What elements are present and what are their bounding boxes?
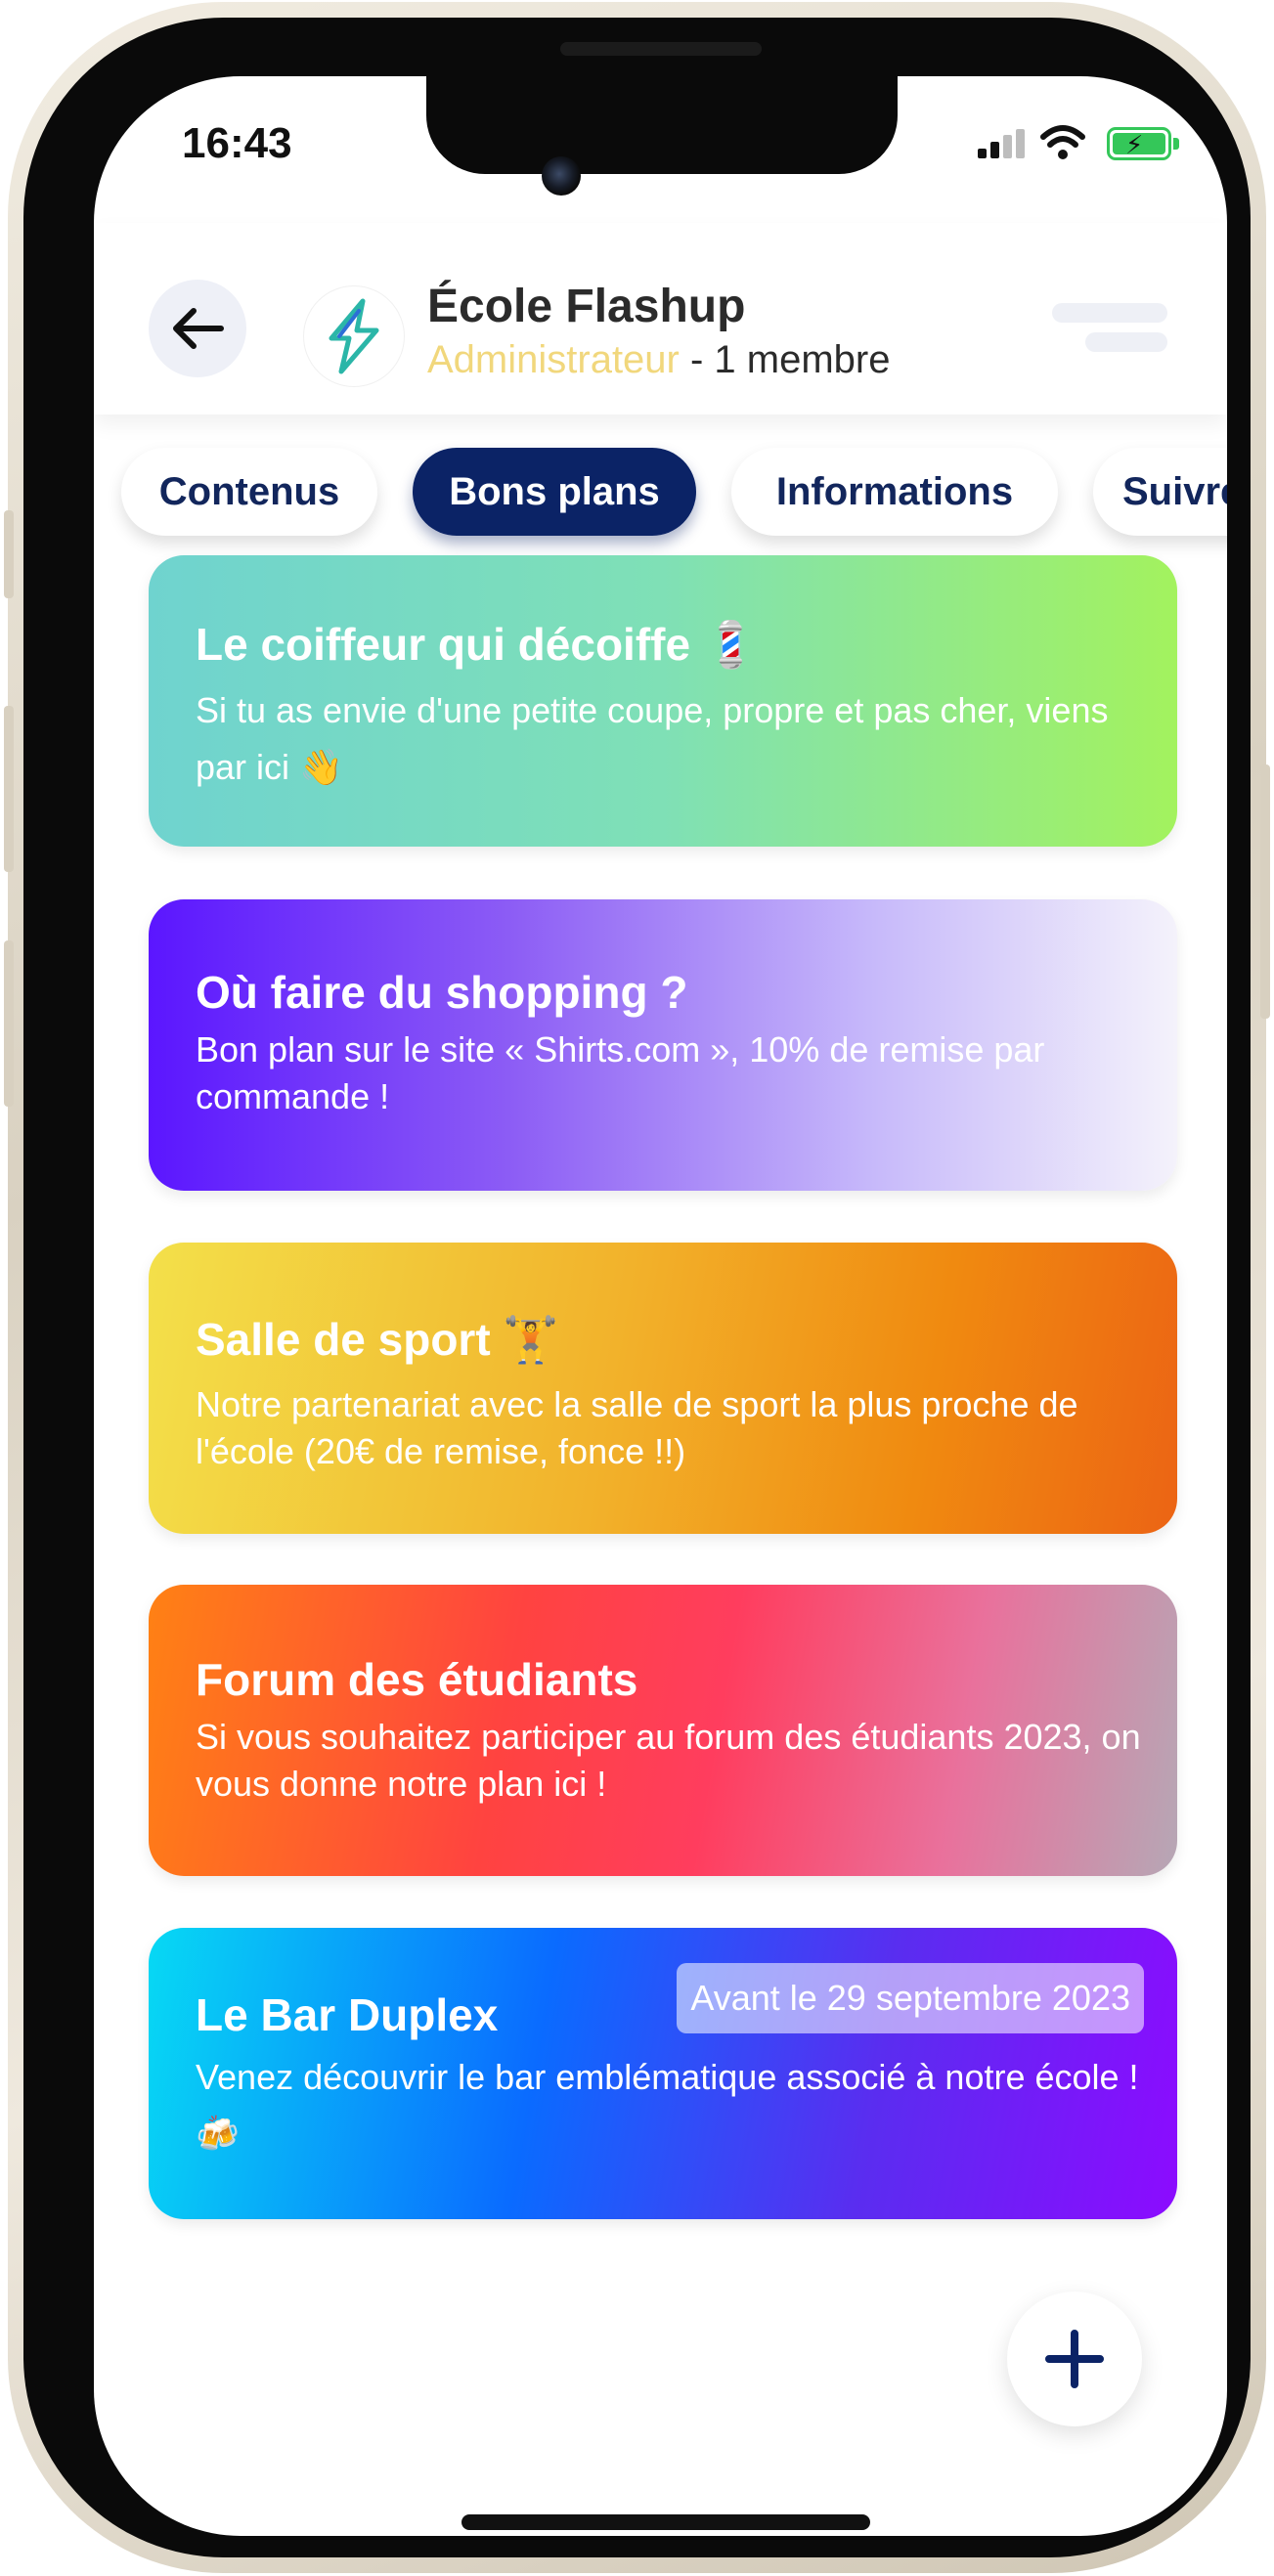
front-camera [542,156,581,196]
tab-informations[interactable]: Informations [731,448,1058,536]
deal-title: Le coiffeur qui décoiffe 💈 [196,619,760,670]
tab-bar: Contenus Bons plans Informations Suivre [94,448,1227,546]
group-header: École Flashup Administrateur - 1 membre [94,223,1227,415]
deal-title: Où faire du shopping ? [196,967,688,1018]
deal-deadline-badge: Avant le 29 septembre 2023 [677,1963,1144,2033]
tab-bons-plans[interactable]: Bons plans [413,448,696,536]
power-button [1260,764,1270,1019]
school-subtitle: Administrateur - 1 membre [427,338,890,382]
arrow-left-icon [173,308,224,349]
status-time: 16:43 [182,119,292,167]
deal-description: Si tu as envie d'une petite coupe, propr… [196,690,1109,787]
add-deal-button[interactable] [1007,2292,1142,2426]
phone-frame: 16:43 ⚡ École Flashup Administrateur - 1… [4,2,1270,2573]
volume-up-button [4,706,14,872]
phone-bezel: 16:43 ⚡ École Flashup Administrateur - 1… [23,18,1251,2557]
tab-contenus[interactable]: Contenus [121,448,377,536]
deal-title: Forum des étudiants [196,1654,638,1705]
deal-card[interactable]: Avant le 29 septembre 2023 Le Bar Duplex… [149,1928,1177,2219]
volume-down-button [4,940,14,1107]
notch [426,76,898,174]
earpiece-speaker [560,42,762,56]
school-logo [303,285,405,387]
battery-icon: ⚡ [1107,127,1171,160]
deal-title: Salle de sport 🏋️ [196,1314,559,1365]
deal-title: Le Bar Duplex [196,1989,499,2040]
school-name: École Flashup [427,281,746,332]
deal-card[interactable]: Forum des étudiants Si vous souhaitez pa… [149,1585,1177,1876]
deal-card[interactable]: Où faire du shopping ? Bon plan sur le s… [149,899,1177,1191]
menu-lines-icon[interactable] [1052,301,1169,360]
deal-card[interactable]: Salle de sport 🏋️ Notre partenariat avec… [149,1243,1177,1534]
deal-card[interactable]: Le coiffeur qui décoiffe 💈 Si tu as envi… [149,555,1177,847]
plus-icon [1045,2330,1104,2388]
wifi-icon [1040,125,1085,159]
user-role: Administrateur [427,338,680,381]
lightning-bolt-logo [329,298,379,374]
home-indicator[interactable] [461,2514,870,2530]
deal-description: Si vous souhaitez participer au forum de… [196,1717,1141,1804]
app-screen: 16:43 ⚡ École Flashup Administrateur - 1… [94,76,1227,2536]
battery-cap [1173,138,1179,150]
tab-suivre[interactable]: Suivre [1093,448,1227,536]
mute-switch [4,510,14,598]
member-count: - 1 membre [679,338,891,381]
cellular-signal-icon [978,129,1025,158]
deal-description: Notre partenariat avec la salle de sport… [196,1384,1078,1471]
deal-description: Bon plan sur le site « Shirts.com », 10%… [196,1029,1045,1116]
back-button[interactable] [149,280,246,377]
deal-description: Venez découvrir le bar emblématique asso… [196,2057,1139,2154]
